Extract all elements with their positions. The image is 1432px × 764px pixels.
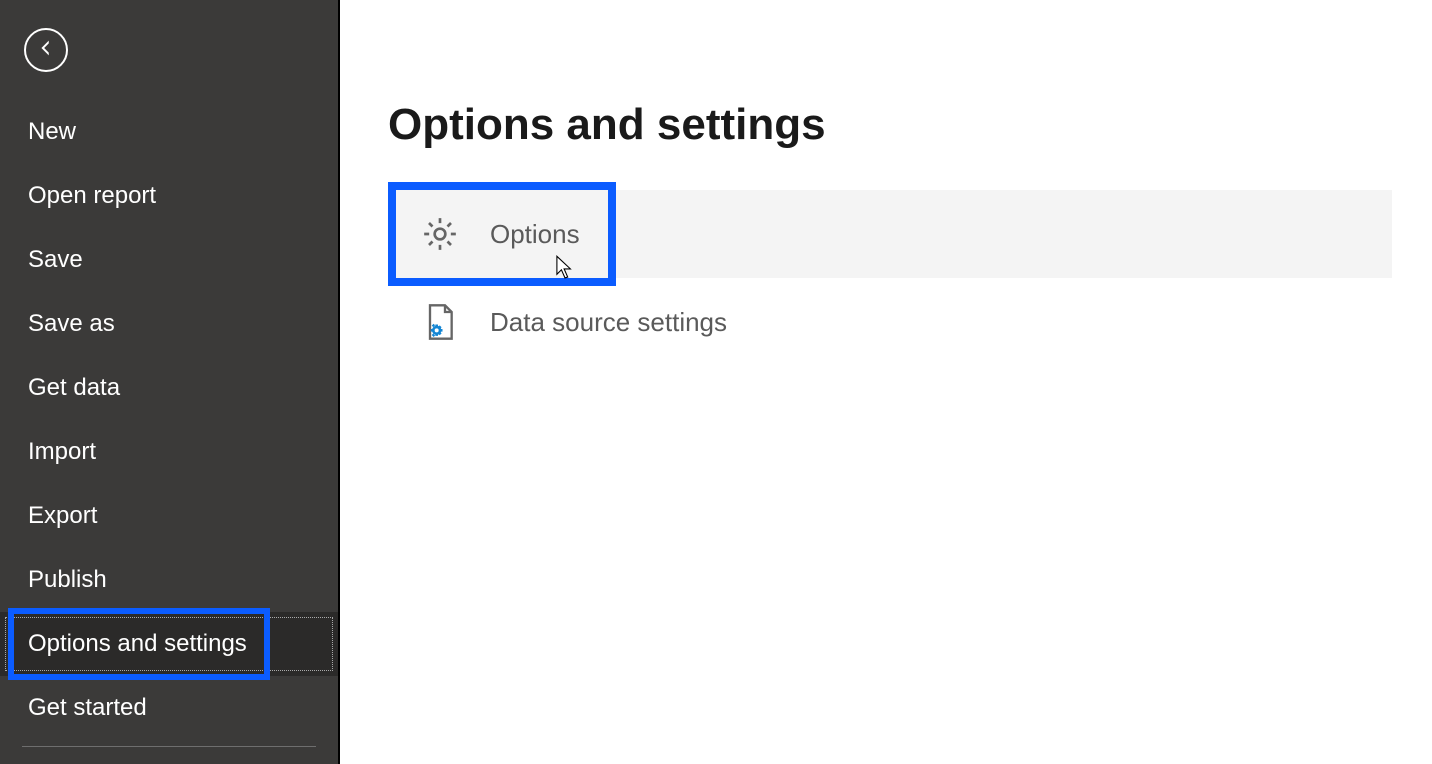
options-and-settings-panel: Options and settings Options Data source… [340,0,1432,764]
nav-item-publish[interactable]: Publish [0,548,338,612]
nav-item-label: Save as [28,310,115,337]
nav-item-label: Save [28,246,83,273]
gear-icon [418,212,462,256]
datasource-icon [418,300,462,344]
nav-item-label: Options and settings [28,630,247,657]
nav-item-label: Get data [28,374,120,401]
nav-item-get-started[interactable]: Get started [0,676,338,740]
nav-item-export[interactable]: Export [0,484,338,548]
nav-item-save-as[interactable]: Save as [0,292,338,356]
nav-item-new[interactable]: New [0,100,338,164]
nav-divider [22,746,316,747]
nav-item-label: Export [28,502,97,529]
back-button[interactable] [24,28,68,72]
nav-item-save[interactable]: Save [0,228,338,292]
arrow-left-icon [35,37,57,64]
nav-item-import[interactable]: Import [0,420,338,484]
nav-item-get-data[interactable]: Get data [0,356,338,420]
nav-item-label: New [28,118,76,145]
nav-item-open-report[interactable]: Open report [0,164,338,228]
nav-item-options-and-settings[interactable]: Options and settings [0,612,338,676]
option-row-data-source-settings[interactable]: Data source settings [388,278,1392,366]
nav-item-label: Open report [28,182,156,209]
file-menu-list: New Open report Save Save as Get data Im… [0,100,338,740]
nav-item-label: Publish [28,566,107,593]
page-title: Options and settings [388,100,1392,150]
option-label: Data source settings [490,307,727,338]
option-row-options[interactable]: Options [388,190,1392,278]
nav-item-label: Import [28,438,96,465]
option-label: Options [490,219,580,250]
nav-item-label: Get started [28,694,147,721]
file-menu-sidebar: New Open report Save Save as Get data Im… [0,0,340,764]
